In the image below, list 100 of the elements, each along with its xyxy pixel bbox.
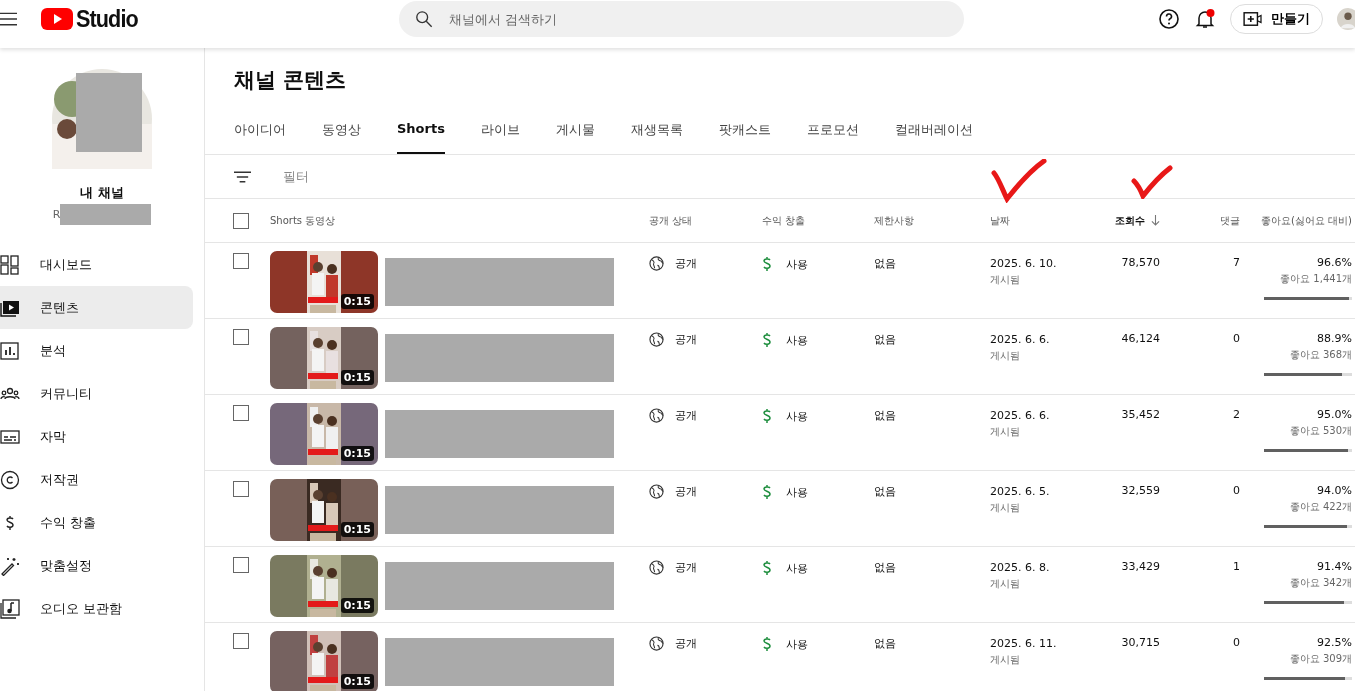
comments-count: 2: [1233, 408, 1240, 421]
status-text: 게시됨: [990, 653, 1020, 667]
column-header[interactable]: 댓글: [1160, 213, 1240, 228]
monetization-text: 사용: [786, 332, 808, 348]
wand-icon: [0, 555, 20, 576]
create-button[interactable]: 만들기: [1230, 4, 1323, 34]
like-ratio: 95.0%: [1317, 408, 1352, 421]
restrictions-text: 없음: [874, 332, 896, 347]
tab[interactable]: 게시물: [555, 114, 595, 154]
sidebar-item[interactable]: 대시보드: [0, 243, 193, 286]
column-header[interactable]: 제한사항: [874, 213, 990, 228]
search-field[interactable]: 채널에서 검색하기: [399, 1, 964, 37]
avatar[interactable]: [1337, 7, 1355, 31]
visibility-text: 공개: [675, 256, 697, 271]
check-mark: [991, 159, 1047, 203]
sidebar-item[interactable]: 분석: [0, 329, 193, 372]
likes-count: 좋아요 368개: [1289, 348, 1352, 362]
comments-count: 1: [1233, 560, 1240, 573]
likes-count: 좋아요 530개: [1289, 424, 1352, 438]
column-header[interactable]: 조회수: [1090, 213, 1160, 228]
sidebar-item[interactable]: 수익 창출: [0, 501, 193, 544]
views-count: 32,559: [1121, 484, 1160, 497]
sidebar-item[interactable]: 커뮤니티: [0, 372, 193, 415]
date-text: 2025. 6. 11.: [990, 637, 1057, 650]
channel-handle: R: [52, 208, 61, 221]
column-header[interactable]: 날짜: [990, 213, 1090, 228]
visibility-text: 공개: [675, 332, 697, 347]
sidebar-item[interactable]: 자막: [0, 415, 193, 458]
likes-count: 좋아요 309개: [1289, 652, 1352, 666]
date-text: 2025. 6. 6.: [990, 409, 1050, 422]
audio-icon: [0, 598, 20, 619]
analytics-icon: [0, 340, 20, 361]
sidebar-item[interactable]: 오디오 보관함: [0, 587, 193, 630]
monetization-text: 사용: [786, 484, 808, 500]
like-ratio: 91.4%: [1317, 560, 1352, 573]
status-text: 게시됨: [990, 501, 1020, 515]
duration-badge: 0:15: [340, 598, 374, 613]
tab[interactable]: 컬래버레이션: [894, 114, 973, 154]
duration-badge: 0:15: [340, 674, 374, 689]
status-text: 게시됨: [990, 577, 1020, 591]
monetization-text: 사용: [786, 256, 808, 272]
logo[interactable]: Studio: [41, 5, 145, 33]
dollar-icon: [762, 484, 772, 500]
copyright-icon: [0, 469, 20, 490]
visibility-text: 공개: [675, 408, 697, 423]
sidebar-item[interactable]: 콘텐츠: [0, 286, 193, 329]
tab[interactable]: Shorts: [397, 114, 445, 154]
help-icon[interactable]: [1158, 8, 1180, 30]
menu-icon[interactable]: [0, 12, 17, 26]
globe-icon: [649, 560, 664, 575]
comments-count: 0: [1233, 484, 1240, 497]
row-checkbox[interactable]: [233, 481, 249, 497]
tab[interactable]: 프로모션: [806, 114, 859, 154]
globe-icon: [649, 332, 664, 347]
restrictions-text: 없음: [874, 256, 896, 271]
tab[interactable]: 동영상: [322, 114, 361, 154]
status-text: 게시됨: [990, 349, 1020, 363]
sidebar-item[interactable]: 저작권: [0, 458, 193, 501]
views-count: 30,715: [1121, 636, 1160, 649]
likes-count: 좋아요 342개: [1289, 576, 1352, 590]
column-header[interactable]: 수익 창출: [762, 213, 874, 228]
dashboard-icon: [0, 254, 20, 275]
comments-count: 7: [1233, 256, 1240, 269]
dollar-icon: [762, 560, 772, 576]
restrictions-text: 없음: [874, 560, 896, 575]
date-text: 2025. 6. 6.: [990, 333, 1050, 346]
tab[interactable]: 팟캐스트: [718, 114, 771, 154]
select-all-checkbox[interactable]: [233, 212, 249, 229]
dollar-icon: [762, 408, 772, 424]
sidebar-item[interactable]: 맞춤설정: [0, 544, 193, 587]
row-checkbox[interactable]: [233, 253, 249, 269]
dollar-icon: [762, 636, 772, 652]
status-text: 게시됨: [990, 425, 1020, 439]
tab[interactable]: 재생목록: [630, 114, 683, 154]
duration-badge: 0:15: [340, 370, 374, 385]
monetization-text: 사용: [786, 636, 808, 652]
restrictions-text: 없음: [874, 636, 896, 651]
date-text: 2025. 6. 5.: [990, 485, 1050, 498]
filter-icon[interactable]: [234, 170, 251, 183]
column-header[interactable]: 공개 상태: [649, 213, 762, 228]
monetization-text: 사용: [786, 408, 808, 424]
notification-icon[interactable]: [1194, 8, 1216, 30]
views-count: 35,452: [1121, 408, 1160, 421]
tab[interactable]: 아이디어: [234, 114, 286, 154]
globe-icon: [649, 256, 664, 271]
column-header[interactable]: 좋아요(싫어요 대비): [1240, 213, 1352, 228]
globe-icon: [649, 484, 664, 499]
views-count: 46,124: [1121, 332, 1160, 345]
video-plus-icon: [1243, 11, 1263, 27]
duration-badge: 0:15: [340, 294, 374, 309]
row-checkbox[interactable]: [233, 557, 249, 573]
row-checkbox[interactable]: [233, 405, 249, 421]
monetization-text: 사용: [786, 560, 808, 576]
row-checkbox[interactable]: [233, 633, 249, 649]
globe-icon: [649, 636, 664, 651]
tab[interactable]: 라이브: [480, 114, 520, 154]
like-ratio: 94.0%: [1317, 484, 1352, 497]
row-checkbox[interactable]: [233, 329, 249, 345]
column-header[interactable]: Shorts 동영상: [270, 213, 649, 228]
restrictions-text: 없음: [874, 484, 896, 499]
